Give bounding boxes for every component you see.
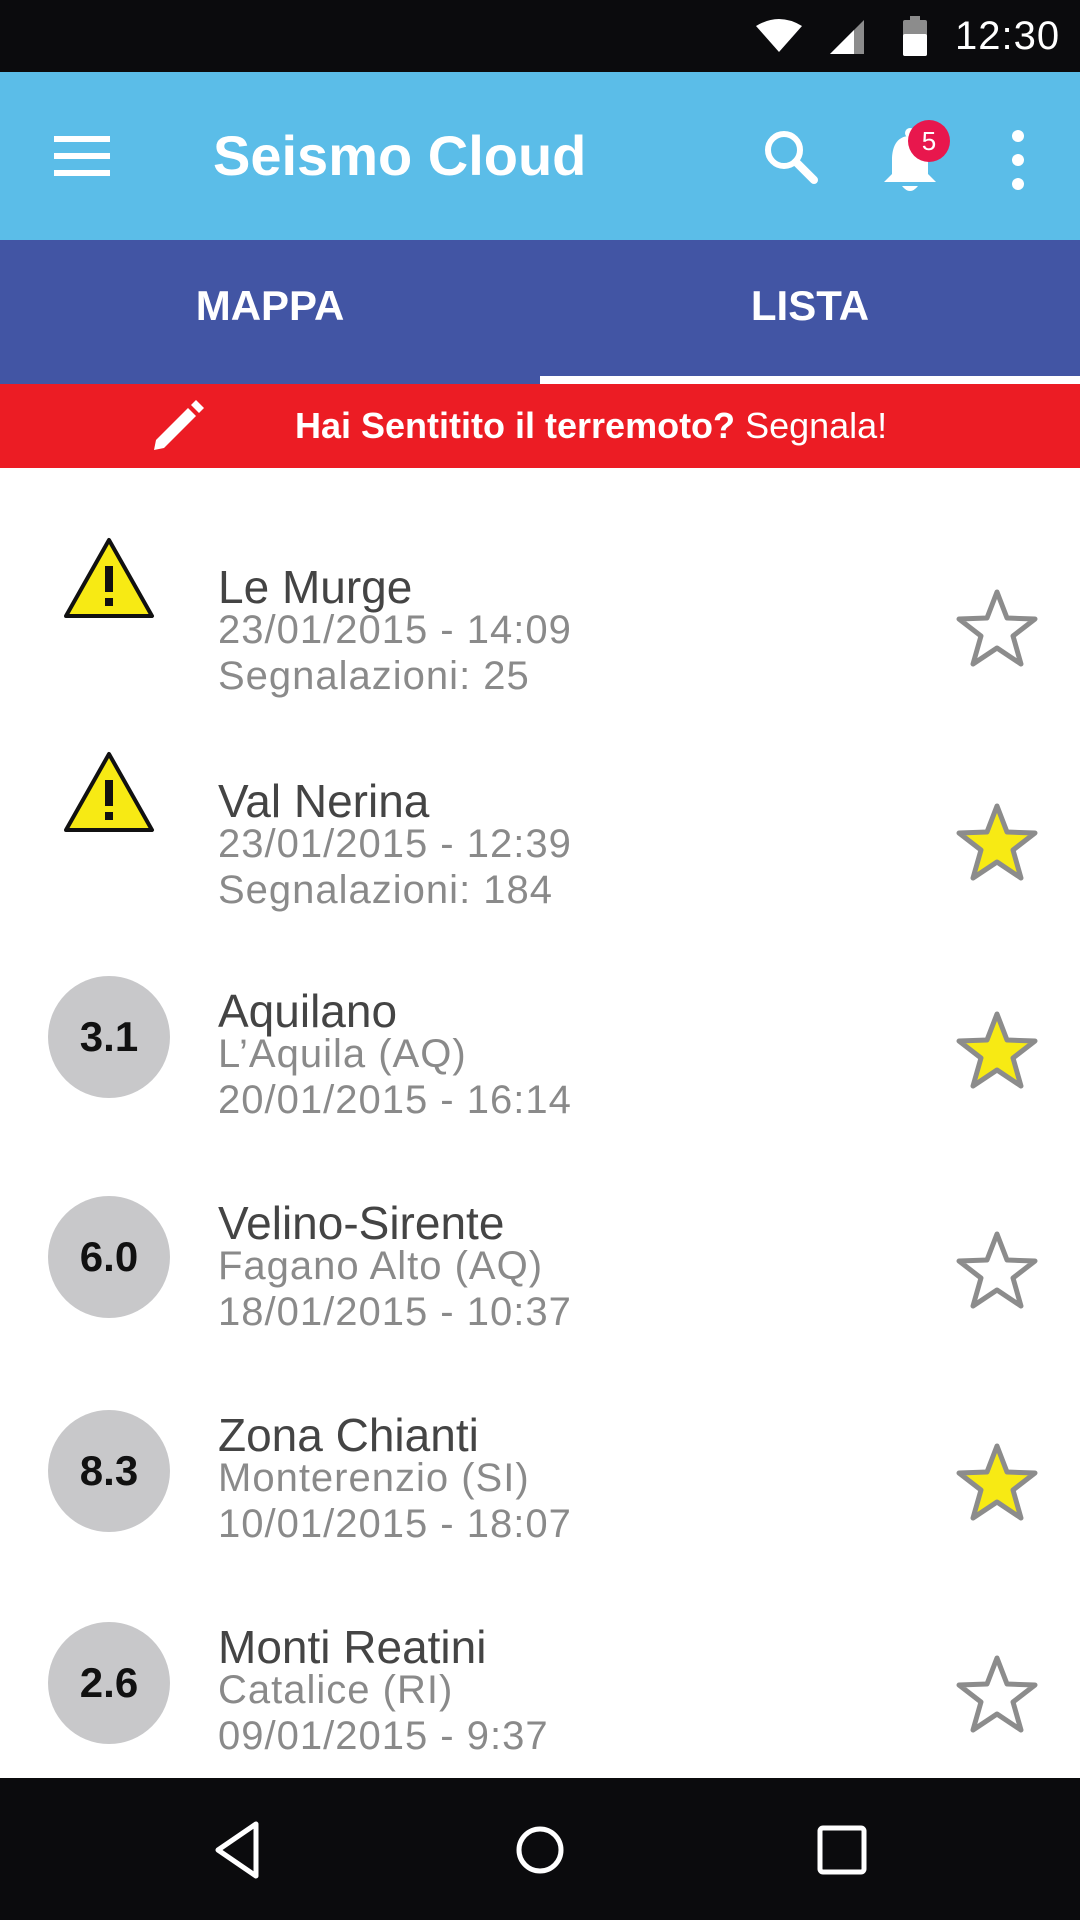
menu-icon[interactable] xyxy=(52,132,112,180)
magnitude-badge: 2.6 xyxy=(48,1622,170,1744)
event-datetime: 20/01/2015 - 16:14 xyxy=(218,1078,572,1122)
event-datetime: 23/01/2015 - 14:09 xyxy=(218,608,572,652)
list-item[interactable]: 3.1 Aquilano L’Aquila (AQ) 20/01/2015 - … xyxy=(0,932,1080,1142)
tab-indicator xyxy=(540,376,1080,384)
star-filled-icon[interactable] xyxy=(955,1008,1039,1092)
warning-icon xyxy=(64,538,154,618)
wifi-icon xyxy=(756,19,802,52)
event-title: Aquilano xyxy=(218,985,398,1037)
tab-mappa[interactable]: MAPPA xyxy=(0,240,540,384)
signal-icon xyxy=(830,20,864,54)
event-datetime: 10/01/2015 - 18:07 xyxy=(218,1502,572,1546)
home-icon[interactable] xyxy=(504,1814,576,1886)
report-banner-question: Hai Sentitito il terremoto? xyxy=(295,405,736,446)
app-bar: Seismo Cloud 5 xyxy=(0,72,1080,240)
report-earthquake-banner[interactable]: Hai Sentitito il terremoto? Segnala! xyxy=(0,384,1080,468)
event-location: Catalice (RI) xyxy=(218,1668,454,1712)
list-item[interactable]: 6.0 Velino-Sirente Fagano Alto (AQ) 18/0… xyxy=(0,1142,1080,1352)
tab-bar: MAPPA LISTA xyxy=(0,240,1080,384)
magnitude-badge: 8.3 xyxy=(48,1410,170,1532)
notification-badge: 5 xyxy=(908,120,950,162)
app-title: Seismo Cloud xyxy=(213,124,587,187)
star-outline-icon[interactable] xyxy=(955,1652,1039,1736)
list-item[interactable]: 8.3 Zona Chianti Monterenzio (SI) 10/01/… xyxy=(0,1354,1080,1564)
event-datetime: 18/01/2015 - 10:37 xyxy=(218,1290,572,1334)
event-reports: Segnalazioni: 25 xyxy=(218,654,530,698)
battery-icon xyxy=(903,16,927,56)
pencil-icon xyxy=(154,400,204,450)
event-datetime: 09/01/2015 - 9:37 xyxy=(218,1714,549,1758)
more-vertical-icon[interactable] xyxy=(1000,128,1036,192)
event-title: Val Nerina xyxy=(218,775,430,827)
event-title: Le Murge xyxy=(218,561,413,613)
event-location: L’Aquila (AQ) xyxy=(218,1032,467,1076)
event-location: Monterenzio (SI) xyxy=(218,1456,530,1500)
warning-icon xyxy=(64,752,154,832)
report-banner-text: Hai Sentitito il terremoto? Segnala! xyxy=(295,384,887,468)
event-title: Velino-Sirente xyxy=(218,1197,505,1249)
magnitude-badge: 6.0 xyxy=(48,1196,170,1318)
event-reports: Segnalazioni: 184 xyxy=(218,868,554,912)
list-item[interactable]: 2.6 Monti Reatini Catalice (RI) 09/01/20… xyxy=(0,1566,1080,1776)
report-banner-action: Segnala! xyxy=(745,405,888,446)
event-location: Fagano Alto (AQ) xyxy=(218,1244,544,1288)
tab-lista[interactable]: LISTA xyxy=(540,240,1080,384)
event-title: Zona Chianti xyxy=(218,1409,479,1461)
list-item[interactable]: Val Nerina 23/01/2015 - 12:39 Segnalazio… xyxy=(0,722,1080,932)
back-icon[interactable] xyxy=(204,1814,276,1886)
star-outline-icon[interactable] xyxy=(955,586,1039,670)
star-outline-icon[interactable] xyxy=(955,1228,1039,1312)
list-item[interactable]: Le Murge 23/01/2015 - 14:09 Segnalazioni… xyxy=(0,508,1080,718)
magnitude-badge: 3.1 xyxy=(48,976,170,1098)
star-filled-icon[interactable] xyxy=(955,800,1039,884)
recents-icon[interactable] xyxy=(806,1814,878,1886)
status-bar: 12:30 xyxy=(0,0,1080,72)
event-datetime: 23/01/2015 - 12:39 xyxy=(218,822,572,866)
search-icon[interactable] xyxy=(758,124,822,188)
event-title: Monti Reatini xyxy=(218,1621,487,1673)
star-filled-icon[interactable] xyxy=(955,1440,1039,1524)
system-nav-bar xyxy=(0,1778,1080,1920)
status-clock: 12:30 xyxy=(955,14,1061,58)
earthquake-list: Le Murge 23/01/2015 - 14:09 Segnalazioni… xyxy=(0,468,1080,1778)
